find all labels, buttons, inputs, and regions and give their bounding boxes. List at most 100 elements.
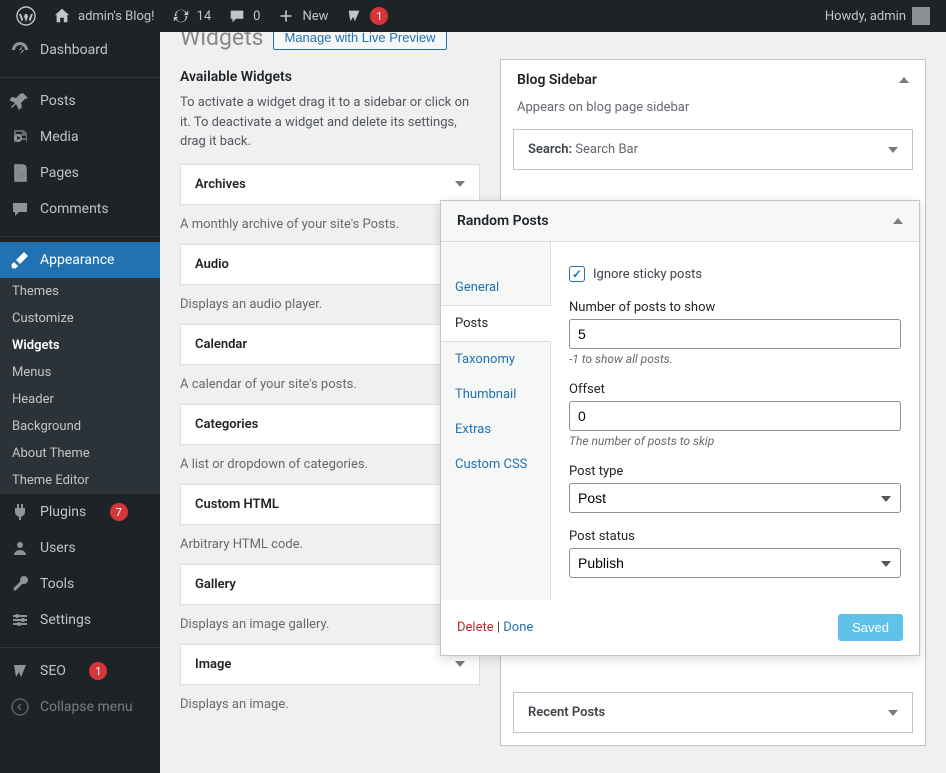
plus-icon <box>276 6 296 26</box>
widget-custom-html[interactable]: Custom HTML <box>180 484 480 525</box>
yoast-notif[interactable]: 1 <box>336 0 396 32</box>
num-posts-input[interactable] <box>569 319 901 349</box>
menu-posts-label: Posts <box>40 93 76 109</box>
post-type-label: Post type <box>569 464 901 479</box>
recent-posts-label: Recent Posts <box>528 705 605 720</box>
widget-calendar[interactable]: Calendar <box>180 324 480 365</box>
page-title: Widgets <box>180 32 263 51</box>
saved-button[interactable]: Saved <box>838 614 903 641</box>
menu-comments-label: Comments <box>40 201 109 217</box>
menu-seo-label: SEO <box>40 663 66 679</box>
widget-gallery-desc: Displays an image gallery. <box>180 605 480 644</box>
chevron-down-icon <box>455 181 465 187</box>
tab-general[interactable]: General <box>441 270 550 305</box>
post-status-select[interactable]: Publish <box>569 548 901 578</box>
site-name[interactable]: admin's Blog! <box>44 0 163 32</box>
updates-count: 14 <box>197 9 212 24</box>
offset-hint: The number of posts to skip <box>569 434 901 448</box>
admin-bar: admin's Blog! 14 0 New 1 Howdy, admin <box>0 0 946 32</box>
panel-blog-sidebar-header[interactable]: Blog Sidebar <box>501 60 925 100</box>
menu-appearance-label: Appearance <box>40 252 114 268</box>
submenu-themes[interactable]: Themes <box>0 278 160 305</box>
comments-icon <box>10 199 30 219</box>
submenu-header[interactable]: Header <box>0 386 160 413</box>
menu-comments[interactable]: Comments <box>0 191 160 227</box>
available-widgets-col: Available Widgets To activate a widget d… <box>180 59 480 764</box>
updates[interactable]: 14 <box>163 0 220 32</box>
menu-dashboard-label: Dashboard <box>40 42 108 58</box>
submenu-theme-editor[interactable]: Theme Editor <box>0 467 160 494</box>
submenu-background[interactable]: Background <box>0 413 160 440</box>
menu-settings-label: Settings <box>40 612 91 628</box>
yoast-icon <box>344 6 364 26</box>
footer-sep: | <box>494 620 504 635</box>
tab-thumbnail[interactable]: Thumbnail <box>441 377 550 412</box>
comments-bubble[interactable]: 0 <box>219 0 268 32</box>
panel-title: Blog Sidebar <box>517 72 597 88</box>
tools-icon <box>10 574 30 594</box>
done-link[interactable]: Done <box>503 620 533 635</box>
widget-name: Custom HTML <box>195 497 279 512</box>
widget-categories-desc: A list or dropdown of categories. <box>180 445 480 484</box>
menu-tools[interactable]: Tools <box>0 566 160 602</box>
tab-extras[interactable]: Extras <box>441 412 550 447</box>
ignore-sticky-label: Ignore sticky posts <box>593 267 702 282</box>
tab-taxonomy[interactable]: Taxonomy <box>441 342 550 377</box>
admin-bar-right: Howdy, admin <box>817 0 938 32</box>
submenu-menus[interactable]: Menus <box>0 359 160 386</box>
avatar <box>912 7 930 25</box>
widget-editor: Random Posts General Posts Taxonomy Thum… <box>440 200 920 656</box>
menu-users-label: Users <box>40 540 76 556</box>
menu-settings[interactable]: Settings <box>0 602 160 638</box>
search-value: Search Bar <box>575 142 638 157</box>
comment-icon <box>227 6 247 26</box>
widget-calendar-desc: A calendar of your site's posts. <box>180 365 480 404</box>
submenu-appearance: Themes Customize Widgets Menus Header Ba… <box>0 278 160 494</box>
widget-search[interactable]: Search: Search Bar <box>513 129 913 170</box>
live-preview-button[interactable]: Manage with Live Preview <box>273 32 446 50</box>
menu-media[interactable]: Media <box>0 119 160 155</box>
wp-logo[interactable] <box>8 0 44 32</box>
widget-image[interactable]: Image <box>180 644 480 685</box>
tab-posts[interactable]: Posts <box>441 305 551 342</box>
menu-tools-label: Tools <box>40 576 74 592</box>
howdy-label: Howdy, admin <box>825 9 906 24</box>
menu-seo[interactable]: SEO 1 <box>0 653 160 689</box>
submenu-customize[interactable]: Customize <box>0 305 160 332</box>
editor-header[interactable]: Random Posts <box>441 201 919 242</box>
widget-archives[interactable]: Archives <box>180 164 480 205</box>
menu-users[interactable]: Users <box>0 530 160 566</box>
widget-audio[interactable]: Audio <box>180 244 480 285</box>
chevron-down-icon <box>888 710 898 716</box>
brush-icon <box>10 250 30 270</box>
num-posts-hint: -1 to show all posts. <box>569 352 901 366</box>
widget-audio-desc: Displays an audio player. <box>180 285 480 324</box>
available-heading: Available Widgets <box>180 69 480 85</box>
menu-pages[interactable]: Pages <box>0 155 160 191</box>
widget-gallery[interactable]: Gallery <box>180 564 480 605</box>
menu-plugins[interactable]: Plugins 7 <box>0 494 160 530</box>
submenu-about-theme[interactable]: About Theme <box>0 440 160 467</box>
chevron-up-icon <box>899 77 909 83</box>
menu-separator <box>0 73 160 78</box>
seo-count: 1 <box>89 662 107 680</box>
menu-appearance[interactable]: Appearance <box>0 242 160 278</box>
editor-form: ✓ Ignore sticky posts Number of posts to… <box>551 242 919 600</box>
account[interactable]: Howdy, admin <box>817 0 938 32</box>
post-type-select[interactable]: Post <box>569 483 901 513</box>
ignore-sticky-checkbox[interactable]: ✓ <box>569 266 585 282</box>
menu-dashboard[interactable]: Dashboard <box>0 32 160 68</box>
submenu-widgets[interactable]: Widgets <box>0 332 160 359</box>
editor-footer: Delete | Done Saved <box>441 600 919 655</box>
pages-icon <box>10 163 30 183</box>
delete-link[interactable]: Delete <box>457 620 494 635</box>
widget-name: Audio <box>195 257 229 272</box>
offset-input[interactable] <box>569 401 901 431</box>
menu-posts[interactable]: Posts <box>0 83 160 119</box>
admin-menu: Dashboard Posts Media Pages Comments App… <box>0 32 160 773</box>
new-content[interactable]: New <box>268 0 336 32</box>
tab-custom-css[interactable]: Custom CSS <box>441 447 550 482</box>
menu-collapse[interactable]: Collapse menu <box>0 689 160 725</box>
widget-recent-posts[interactable]: Recent Posts <box>513 692 913 733</box>
widget-categories[interactable]: Categories <box>180 404 480 445</box>
